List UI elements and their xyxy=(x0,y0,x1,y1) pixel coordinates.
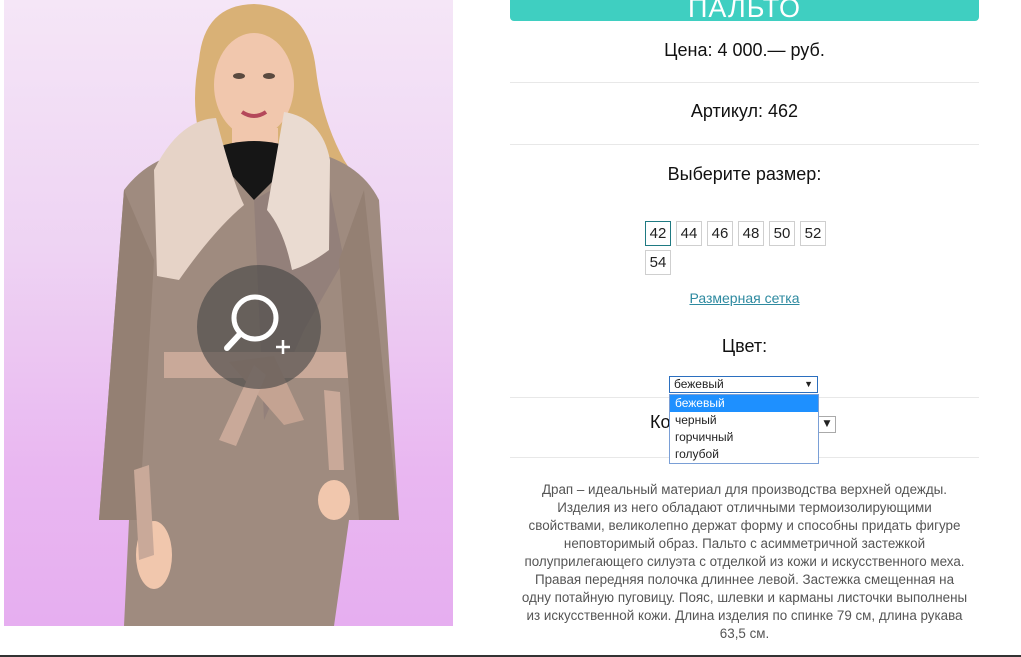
size-options: 42 44 46 48 50 52 54 xyxy=(645,221,845,279)
product-description: Драп – идеальный материал для производст… xyxy=(521,482,968,641)
product-price: Цена: 4 000.— руб. xyxy=(664,40,825,60)
color-dropdown-list: бежевый черный горчичный голубой xyxy=(669,394,819,464)
triangle-down-icon: ▼ xyxy=(804,379,813,389)
size-option-54[interactable]: 54 xyxy=(645,250,671,275)
size-heading: Выберите размер: xyxy=(667,164,822,184)
triangle-down-icon: ▼ xyxy=(823,419,831,429)
zoom-in-icon xyxy=(224,294,290,354)
size-option-46[interactable]: 46 xyxy=(707,221,733,246)
size-option-50[interactable]: 50 xyxy=(769,221,795,246)
color-option-mustard[interactable]: горчичный xyxy=(670,429,818,446)
product-sku: Артикул: 462 xyxy=(690,101,799,121)
color-option-blue[interactable]: голубой xyxy=(670,446,818,463)
size-option-48[interactable]: 48 xyxy=(738,221,764,246)
size-option-44[interactable]: 44 xyxy=(676,221,702,246)
product-photo[interactable] xyxy=(4,0,453,626)
product-title: ПАЛЬТО xyxy=(510,0,979,23)
size-option-52[interactable]: 52 xyxy=(800,221,826,246)
color-option-beige[interactable]: бежевый xyxy=(670,395,818,412)
divider xyxy=(510,82,979,83)
zoom-button[interactable] xyxy=(197,265,321,389)
divider xyxy=(510,144,979,145)
color-select-value: бежевый xyxy=(674,377,724,391)
color-option-black[interactable]: черный xyxy=(670,412,818,429)
size-chart-link[interactable]: Размерная сетка xyxy=(689,290,799,306)
color-select[interactable]: бежевый ▼ xyxy=(669,376,818,393)
size-option-42[interactable]: 42 xyxy=(645,221,671,246)
quantity-select[interactable]: ▼ xyxy=(818,416,836,433)
quantity-label: Ко xyxy=(650,412,671,432)
color-heading: Цвет: xyxy=(721,336,768,356)
